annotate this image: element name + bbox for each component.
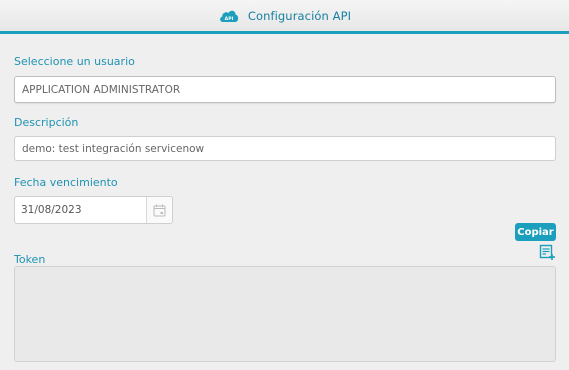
calendar-icon <box>153 204 166 216</box>
copy-button[interactable]: Copiar <box>515 223 556 241</box>
copy-token-icon[interactable] <box>539 244 556 261</box>
token-textarea[interactable] <box>14 266 556 362</box>
user-label: Seleccione un usuario <box>14 55 135 68</box>
api-icon-text: API <box>224 16 233 22</box>
api-cloud-icon: API <box>219 10 238 22</box>
calendar-button[interactable] <box>146 197 172 223</box>
user-select[interactable]: APPLICATION ADMINISTRATOR <box>14 76 556 103</box>
expiry-date-field[interactable]: 31/08/2023 <box>14 196 173 224</box>
header-title-group: API Configuración API <box>218 8 351 24</box>
expiry-date-input[interactable]: 31/08/2023 <box>15 197 146 223</box>
expiry-label: Fecha vencimiento <box>14 176 118 189</box>
token-label: Token <box>14 253 46 266</box>
page-title: Configuración API <box>247 8 352 23</box>
description-input[interactable]: demo: test integración servicenow <box>14 136 556 161</box>
panel-header: API Configuración API <box>0 0 569 34</box>
api-config-panel: API Configuración API Seleccione un usua… <box>0 0 569 370</box>
description-label: Descripción <box>14 116 79 129</box>
